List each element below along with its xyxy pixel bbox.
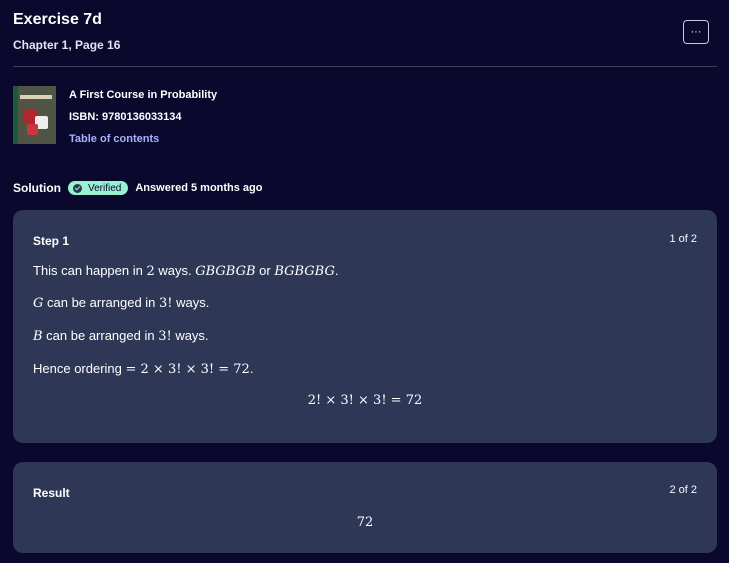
step-line-4: Hence ordering = 2 × 3! × 3! = 72. (33, 361, 254, 377)
header-divider (13, 66, 717, 67)
step-line-2: G can be arranged in 3! ways. (33, 295, 210, 311)
verified-label: Verified (88, 182, 122, 194)
step-equation: 2! × 3! × 3! = 72 (307, 393, 423, 408)
solution-header: Solution Verified Answered 5 months ago (13, 180, 263, 196)
result-card: Result 2 of 2 72 (13, 462, 717, 553)
ellipsis-icon: ··· (690, 25, 702, 38)
result-counter: 2 of 2 (669, 484, 697, 496)
exercise-title: Exercise 7d (13, 11, 102, 28)
page-header: Exercise 7d Chapter 1, Page 16 (13, 10, 717, 53)
table-of-contents-link[interactable]: Table of contents (69, 131, 217, 153)
book-info-section: A First Course in Probability ISBN: 9780… (13, 86, 217, 153)
step-title: Step 1 (33, 234, 70, 248)
solution-label: Solution (13, 181, 61, 195)
book-title: A First Course in Probability (69, 89, 218, 101)
step-line-3: B can be arranged in 3! ways. (33, 328, 209, 344)
book-cover-image[interactable] (13, 86, 56, 144)
step-line-1: This can happen in 2 ways. GBGBGB or BGB… (33, 263, 339, 279)
chapter-page-subtitle: Chapter 1, Page 16 (13, 38, 121, 52)
verified-badge: Verified (68, 181, 129, 195)
answered-timestamp: Answered 5 months ago (135, 182, 263, 194)
verified-check-icon (73, 183, 82, 193)
step-counter: 1 of 2 (669, 233, 697, 245)
book-isbn: ISBN: 9780136033134 (69, 111, 182, 123)
result-value: 72 (356, 515, 374, 530)
step-card: Step 1 1 of 2 This can happen in 2 ways.… (13, 210, 717, 443)
result-title: Result (33, 486, 70, 500)
more-options-button[interactable]: ··· (683, 20, 709, 44)
